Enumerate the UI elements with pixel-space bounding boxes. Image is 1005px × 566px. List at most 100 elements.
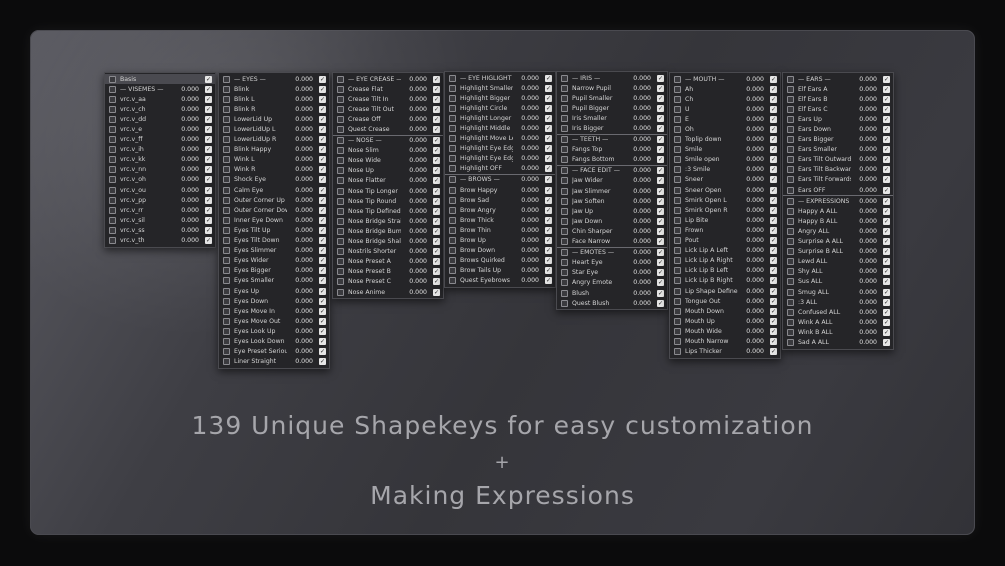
checkbox-checked-icon[interactable]: ✓ <box>770 136 777 144</box>
checkbox-checked-icon[interactable]: ✓ <box>319 105 326 113</box>
checkbox-checked-icon[interactable]: ✓ <box>770 176 777 184</box>
checkbox-checked-icon[interactable]: ✓ <box>770 186 777 194</box>
shapekey-row[interactable]: Wink A ALL 0.000 ✓ <box>783 317 893 327</box>
checkbox-checked-icon[interactable]: ✓ <box>205 226 212 234</box>
shapekey-row[interactable]: Nose Up 0.000 ✓ <box>333 166 443 176</box>
shapekey-value[interactable]: 0.000 <box>625 208 651 215</box>
shapekey-row[interactable]: — EMOTES — 0.000 ✓ <box>557 246 667 258</box>
shapekey-value[interactable]: 0.000 <box>401 86 427 93</box>
shapekey-row[interactable]: Blink L 0.000 ✓ <box>219 94 329 104</box>
shapekey-row[interactable]: Mouth Up 0.000 ✓ <box>670 316 780 326</box>
shapekey-value[interactable]: 0.000 <box>625 115 651 122</box>
shapekey-value[interactable]: 0.000 <box>287 136 313 143</box>
checkbox-checked-icon[interactable]: ✓ <box>545 257 552 265</box>
shapekey-row[interactable]: — TEETH — 0.000 ✓ <box>557 133 667 145</box>
checkbox-checked-icon[interactable]: ✓ <box>205 126 212 134</box>
shapekey-value[interactable]: 0.000 <box>513 75 539 82</box>
checkbox-checked-icon[interactable]: ✓ <box>770 237 777 245</box>
shapekey-row[interactable]: Iris Bigger 0.000 ✓ <box>557 123 667 133</box>
checkbox-checked-icon[interactable]: ✓ <box>545 237 552 245</box>
checkbox-checked-icon[interactable]: ✓ <box>545 125 552 133</box>
checkbox-checked-icon[interactable]: ✓ <box>770 75 777 83</box>
shapekey-value[interactable]: 0.000 <box>401 228 427 235</box>
checkbox-checked-icon[interactable]: ✓ <box>770 287 777 295</box>
shapekey-value[interactable]: 0.000 <box>851 228 877 235</box>
shapekey-row[interactable]: Smile 0.000 ✓ <box>670 145 780 155</box>
shapekey-row[interactable]: Highlight Eye Edge L0.000 ✓ <box>445 144 555 154</box>
shapekey-row[interactable]: Jaw Up 0.000 ✓ <box>557 206 667 216</box>
checkbox-checked-icon[interactable]: ✓ <box>883 258 890 266</box>
checkbox-checked-icon[interactable]: ✓ <box>433 207 440 215</box>
shapekey-row[interactable]: LowerLidUp L 0.000 ✓ <box>219 124 329 134</box>
shapekey-row[interactable]: LowerLidUp R 0.000 ✓ <box>219 135 329 145</box>
checkbox-checked-icon[interactable]: ✓ <box>657 238 664 246</box>
shapekey-row[interactable]: Pout 0.000 ✓ <box>670 236 780 246</box>
shapekey-value[interactable]: 0.000 <box>401 76 427 83</box>
shapekey-value[interactable]: 0.000 <box>287 217 313 224</box>
checkbox-checked-icon[interactable]: ✓ <box>657 217 664 225</box>
shapekey-row[interactable]: vrc.v_ih 0.000 ✓ <box>105 145 215 155</box>
shapekey-value[interactable]: 0.000 <box>287 156 313 163</box>
shapekey-value[interactable]: 0.000 <box>287 146 313 153</box>
shapekey-row[interactable]: Shock Eye 0.000 ✓ <box>219 175 329 185</box>
shapekey-row[interactable]: Brow Angry 0.000 ✓ <box>445 205 555 215</box>
shapekey-value[interactable]: 0.000 <box>625 300 651 307</box>
shapekey-row[interactable]: Fangs Top 0.000 ✓ <box>557 145 667 155</box>
checkbox-checked-icon[interactable]: ✓ <box>657 187 664 195</box>
shapekey-value[interactable]: 0.000 <box>513 105 539 112</box>
shapekey-row[interactable]: Highlight Move Left0.000 ✓ <box>445 134 555 144</box>
shapekey-row[interactable]: Lip Shape Defined 0.000 ✓ <box>670 286 780 296</box>
shapekey-row[interactable]: Lips Thicker 0.000 ✓ <box>670 347 780 357</box>
checkbox-checked-icon[interactable]: ✓ <box>657 227 664 235</box>
checkbox-checked-icon[interactable]: ✓ <box>545 84 552 92</box>
checkbox-checked-icon[interactable]: ✓ <box>657 289 664 297</box>
checkbox-checked-icon[interactable]: ✓ <box>433 177 440 185</box>
shapekey-value[interactable]: 0.000 <box>738 126 764 133</box>
shapekey-value[interactable]: 0.000 <box>287 298 313 305</box>
shapekey-value[interactable]: 0.000 <box>173 106 199 113</box>
checkbox-checked-icon[interactable]: ✓ <box>319 307 326 315</box>
shapekey-value[interactable]: 0.000 <box>401 157 427 164</box>
shapekey-value[interactable]: 0.000 <box>173 136 199 143</box>
checkbox-checked-icon[interactable]: ✓ <box>319 166 326 174</box>
checkbox-checked-icon[interactable]: ✓ <box>433 268 440 276</box>
shapekey-value[interactable]: 0.000 <box>738 176 764 183</box>
checkbox-checked-icon[interactable]: ✓ <box>770 95 777 103</box>
shapekey-row[interactable]: Blink R 0.000 ✓ <box>219 104 329 114</box>
checkbox-checked-icon[interactable]: ✓ <box>319 327 326 335</box>
shapekey-row[interactable]: Lick Lip B Right 0.000 ✓ <box>670 276 780 286</box>
shapekey-value[interactable]: 0.000 <box>513 257 539 264</box>
shapekey-value[interactable]: 0.000 <box>287 318 313 325</box>
checkbox-checked-icon[interactable]: ✓ <box>545 196 552 204</box>
checkbox-checked-icon[interactable]: ✓ <box>205 176 212 184</box>
checkbox-checked-icon[interactable]: ✓ <box>770 307 777 315</box>
checkbox-checked-icon[interactable]: ✓ <box>319 348 326 356</box>
checkbox-checked-icon[interactable]: ✓ <box>657 269 664 277</box>
checkbox-checked-icon[interactable]: ✓ <box>319 156 326 164</box>
checkbox-checked-icon[interactable]: ✓ <box>883 248 890 256</box>
checkbox-checked-icon[interactable]: ✓ <box>770 166 777 174</box>
checkbox-checked-icon[interactable]: ✓ <box>883 115 890 123</box>
checkbox-checked-icon[interactable]: ✓ <box>319 115 326 123</box>
shapekey-row[interactable]: vrc.v_nn 0.000 ✓ <box>105 165 215 175</box>
checkbox-checked-icon[interactable]: ✓ <box>433 85 440 93</box>
shapekey-row[interactable]: Brow Sad 0.000 ✓ <box>445 195 555 205</box>
checkbox-checked-icon[interactable]: ✓ <box>433 137 440 145</box>
shapekey-value[interactable]: 0.000 <box>401 238 427 245</box>
shapekey-value[interactable]: 0.000 <box>738 96 764 103</box>
shapekey-row[interactable]: Eyes Look Up 0.000 ✓ <box>219 326 329 336</box>
shapekey-value[interactable]: 0.000 <box>738 237 764 244</box>
shapekey-value[interactable]: 0.000 <box>287 86 313 93</box>
checkbox-checked-icon[interactable]: ✓ <box>319 237 326 245</box>
checkbox-checked-icon[interactable]: ✓ <box>883 318 890 326</box>
shapekey-row[interactable]: vrc.v_aa 0.000 ✓ <box>105 94 215 104</box>
checkbox-checked-icon[interactable]: ✓ <box>883 227 890 235</box>
shapekey-value[interactable]: 0.000 <box>738 146 764 153</box>
shapekey-row[interactable]: — VISEMES — 0.000 ✓ <box>105 84 215 94</box>
checkbox-checked-icon[interactable]: ✓ <box>883 268 890 276</box>
shapekey-row[interactable]: Outer Corner Down0.000 ✓ <box>219 205 329 215</box>
checkbox-checked-icon[interactable]: ✓ <box>770 146 777 154</box>
shapekey-value[interactable]: 0.000 <box>738 308 764 315</box>
shapekey-value[interactable]: 0.000 <box>625 177 651 184</box>
checkbox-checked-icon[interactable]: ✓ <box>319 257 326 265</box>
